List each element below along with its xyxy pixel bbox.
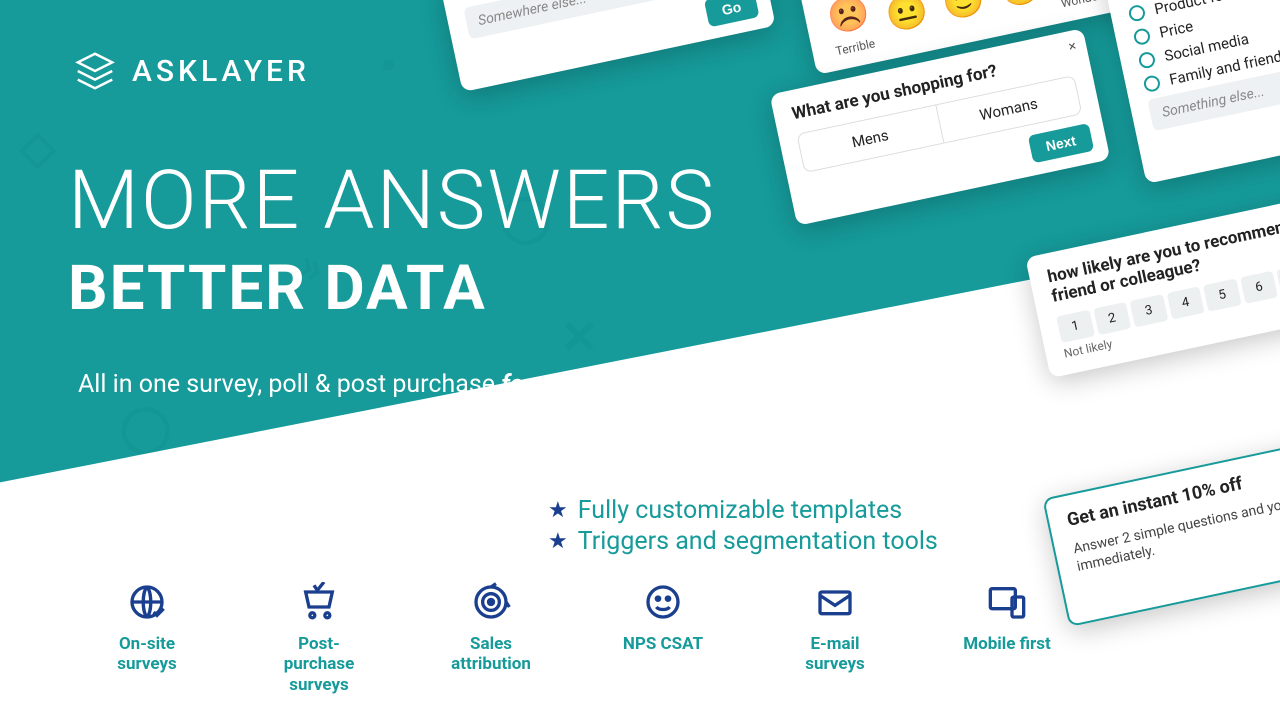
headline-line-2: BETTER DATA: [68, 252, 716, 325]
star-icon: ★: [548, 529, 568, 554]
smile-icon: [641, 580, 685, 624]
next-button[interactable]: Next: [1027, 123, 1094, 163]
nps-4[interactable]: 4: [1166, 286, 1204, 319]
option-label: Price: [1158, 17, 1195, 42]
radio-icon[interactable]: [1137, 51, 1156, 70]
nps-5[interactable]: 5: [1203, 278, 1241, 311]
feature-label: Sales attribution: [436, 634, 546, 675]
cart-check-icon: [297, 580, 341, 624]
emoji-terrible[interactable]: ☹️Terrible: [824, 0, 878, 59]
feature-label: NPS CSAT: [623, 634, 703, 654]
emoji-wonderful[interactable]: 😄Wonderful: [1050, 0, 1116, 10]
brand-logo: ASKLAYER: [72, 48, 310, 94]
go-button[interactable]: Go: [703, 0, 759, 27]
feature-label: Mobile first: [963, 634, 1051, 654]
feature-nps: NPS CSAT: [608, 580, 718, 695]
emoji-ok[interactable]: 🙂: [939, 0, 989, 25]
feature-label: E-mail surveys: [780, 634, 890, 675]
feature-label: On-site surveys: [92, 634, 202, 675]
feature-email: E-mail surveys: [780, 580, 890, 695]
feature-row: On-site surveys Post-purchase surveys Sa…: [92, 580, 1062, 695]
feature-label: Post-purchase surveys: [264, 634, 374, 695]
nps-2[interactable]: 2: [1093, 302, 1131, 335]
star-icon: ★: [548, 498, 568, 523]
nps-6[interactable]: 6: [1240, 271, 1278, 304]
nps-7[interactable]: 7: [1277, 263, 1280, 296]
bullet-2: Triggers and segmentation tools: [578, 527, 938, 556]
radio-icon[interactable]: [1127, 4, 1146, 23]
feature-mobile: Mobile first: [952, 580, 1062, 695]
emoji-neutral[interactable]: 😐: [882, 0, 932, 37]
headline-block: MORE ANSWERS BETTER DATA: [68, 160, 716, 325]
radio-icon[interactable]: [1132, 27, 1151, 46]
globe-icon: [125, 580, 169, 624]
devices-icon: [985, 580, 1029, 624]
nps-1[interactable]: 1: [1056, 310, 1094, 343]
subhead-plain: All in one survey, poll & post purchase: [78, 370, 501, 399]
mail-icon: [813, 580, 857, 624]
survey-card-discount[interactable]: Get an instant 10% off Answer 2 simple q…: [1042, 424, 1280, 627]
nps-3[interactable]: 3: [1130, 294, 1168, 327]
feature-postpurchase: Post-purchase surveys: [264, 580, 374, 695]
headline-line-1: MORE ANSWERS: [68, 160, 716, 242]
subheadline: All in one survey, poll & post purchase …: [78, 370, 686, 399]
bullet-list: ★ Fully customizable templates ★ Triggers …: [548, 496, 938, 558]
subhead-em: for professionals: [501, 370, 686, 399]
emoji-good[interactable]: 😊: [996, 0, 1046, 13]
feature-sales: Sales attribution: [436, 580, 546, 695]
feature-onsite: On-site surveys: [92, 580, 202, 695]
brand-name: ASKLAYER: [132, 54, 310, 89]
radio-icon[interactable]: [1142, 74, 1161, 93]
bullet-1: Fully customizable templates: [578, 496, 902, 525]
target-icon: [469, 580, 513, 624]
layers-icon: [72, 48, 118, 94]
hero-canvas: ◇ » ✕ ◯ • ◯ ASKLAYER MORE ANSWERS BETTER…: [0, 0, 1280, 720]
